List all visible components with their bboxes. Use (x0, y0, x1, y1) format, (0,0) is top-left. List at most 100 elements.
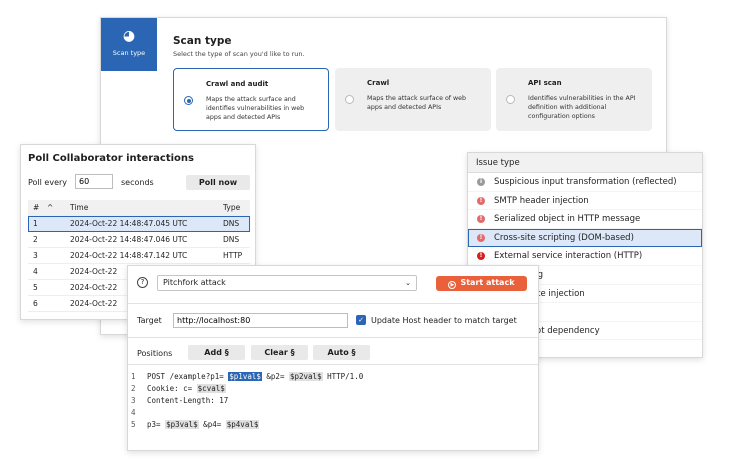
row-time: 2024-Oct-22 14:48:47.046 UTC (70, 235, 188, 244)
clear-markers-button[interactable]: Clear § (251, 345, 308, 360)
line-number: 3 (131, 396, 136, 405)
poll-now-button[interactable]: Poll now (186, 175, 250, 190)
line-number: 2 (131, 384, 136, 393)
card-description: Maps the attack surface and identifies v… (206, 96, 305, 121)
poll-title: Poll Collaborator interactions (28, 153, 194, 164)
attack-type-select[interactable]: Pitchfork attack ⌄ (157, 275, 417, 291)
start-attack-label: Start attack (460, 278, 515, 287)
line-code: Cookie: c= $cval$ (147, 383, 226, 395)
sort-icon[interactable]: ^ (47, 200, 53, 216)
editor-line: 2 Cookie: c= $cval$ (128, 383, 538, 395)
request-editor[interactable]: 1 POST /example?p1= $p1val$ &p2= $p2val$ … (128, 371, 538, 431)
code-text: &p2= (261, 372, 289, 381)
scan-card-crawl[interactable]: Crawl Maps the attack surface of web app… (335, 68, 491, 131)
card-title: Crawl (367, 79, 390, 87)
radio-crawl[interactable] (345, 95, 354, 104)
code-text: &p4= (198, 420, 226, 429)
chevron-down-icon: ⌄ (405, 279, 411, 287)
list-item[interactable]: ! Cross-site scripting (DOM-based) (468, 228, 702, 248)
row-time: 2024-Oct-22 14:48:47.142 UTC (70, 251, 188, 260)
line-number: 1 (131, 372, 136, 381)
play-icon: ▶ (448, 281, 457, 289)
col-num-header[interactable]: # (33, 200, 39, 216)
table-row[interactable]: 1 2024-Oct-22 14:48:47.045 UTC DNS (28, 216, 250, 232)
add-marker-button[interactable]: Add § (188, 345, 245, 360)
poll-every-label: Poll every (28, 178, 68, 187)
radio-crawl-and-audit[interactable] (184, 96, 193, 105)
col-time-header[interactable]: Time (70, 200, 88, 216)
row-type: DNS (223, 219, 240, 228)
poll-seconds-label: seconds (121, 178, 154, 187)
card-title: API scan (528, 79, 562, 87)
card-description: Identifies vulnerabilities in the API de… (528, 95, 636, 120)
divider (128, 303, 538, 304)
scan-type-nav-label: Scan type (112, 49, 146, 57)
row-type: DNS (223, 235, 240, 244)
payload-marker[interactable]: $cval$ (196, 384, 226, 393)
radio-api-scan[interactable] (506, 95, 515, 104)
payload-marker[interactable]: $p4val$ (225, 420, 260, 429)
target-input[interactable] (173, 313, 348, 328)
line-code: Content-Length: 17 (147, 395, 228, 407)
list-item[interactable]: i Suspicious input transformation (reflec… (468, 173, 702, 192)
list-item[interactable]: ! External service interaction (HTTP) (468, 247, 702, 266)
help-icon[interactable]: ? (137, 277, 148, 288)
start-attack-button[interactable]: ▶ Start attack (436, 276, 527, 291)
severity-high-icon: ! (477, 215, 485, 224)
row-num: 6 (33, 299, 38, 308)
payload-marker[interactable]: $p1val$ (228, 372, 262, 381)
list-item[interactable]: ! SMTP header injection (468, 192, 702, 211)
poll-interval-input[interactable] (75, 174, 113, 189)
line-number: 5 (131, 420, 136, 429)
scan-card-api-scan[interactable]: API scan Identifies vulnerabilities in t… (496, 68, 652, 131)
scan-type-title: Scan type (173, 35, 232, 47)
row-num: 4 (33, 267, 38, 276)
col-type-header[interactable]: Type (223, 200, 240, 216)
issue-label: External service interaction (HTTP) (494, 251, 643, 262)
editor-line: 5 p3= $p3val$ &p4= $p4val$ (128, 419, 538, 431)
scan-card-crawl-and-audit[interactable]: Crawl and audit Maps the attack surface … (173, 68, 329, 131)
payload-marker[interactable]: $p3val$ (165, 420, 199, 429)
update-host-label: Update Host header to match target (371, 316, 517, 325)
divider (128, 337, 538, 338)
row-time: 2024-Oct-22 (70, 267, 118, 276)
issue-label: SMTP header injection (494, 195, 589, 206)
update-host-checkbox[interactable]: ✓ (356, 315, 366, 325)
line-code: p3= $p3val$ &p4= $p4val$ (147, 419, 260, 431)
card-title: Crawl and audit (206, 80, 269, 88)
list-item[interactable]: ! Serialized object in HTTP message (468, 210, 702, 229)
row-num: 2 (33, 235, 38, 244)
editor-line: 1 POST /example?p1= $p1val$ &p2= $p2val$ … (128, 371, 538, 383)
scan-type-nav-item[interactable]: ◕ Scan type (101, 18, 157, 71)
payload-marker[interactable]: $p2val$ (288, 372, 323, 381)
attack-type-value: Pitchfork attack (163, 278, 226, 287)
code-text: HTTP/1.0 (322, 372, 364, 381)
divider (128, 364, 538, 365)
line-number: 4 (131, 408, 136, 417)
row-time: 2024-Oct-22 (70, 283, 118, 292)
row-type: HTTP (223, 251, 243, 260)
code-text: p3= (147, 420, 166, 429)
row-num: 5 (33, 283, 38, 292)
line-code: POST /example?p1= $p1val$ &p2= $p2val$ H… (147, 371, 363, 383)
severity-high-icon: ! (477, 252, 485, 261)
scan-icon: ◕ (122, 28, 136, 44)
table-row[interactable]: 2 2024-Oct-22 14:48:47.046 UTC DNS (28, 232, 250, 248)
issue-label: Suspicious input transformation (reflect… (494, 177, 677, 187)
row-num: 3 (33, 251, 38, 260)
editor-line: 3 Content-Length: 17 (128, 395, 538, 407)
code-text: Cookie: c= (147, 384, 197, 393)
editor-line: 4 (128, 407, 538, 419)
positions-label: Positions (137, 349, 173, 358)
intruder-panel: ? Pitchfork attack ⌄ ▶ Start attack Targe… (127, 265, 539, 451)
code-text: Content-Length: 17 (147, 396, 229, 405)
row-time: 2024-Oct-22 14:48:47.045 UTC (70, 219, 188, 228)
code-text: POST /example?p1= (147, 372, 229, 381)
issue-type-header[interactable]: Issue type (468, 153, 702, 173)
auto-markers-button[interactable]: Auto § (313, 345, 370, 360)
row-num: 1 (33, 219, 38, 228)
severity-high-icon: ! (477, 196, 485, 205)
severity-info-icon: i (477, 178, 485, 186)
table-row[interactable]: 3 2024-Oct-22 14:48:47.142 UTC HTTP (28, 248, 250, 264)
issue-label: Serialized object in HTTP message (494, 214, 641, 225)
